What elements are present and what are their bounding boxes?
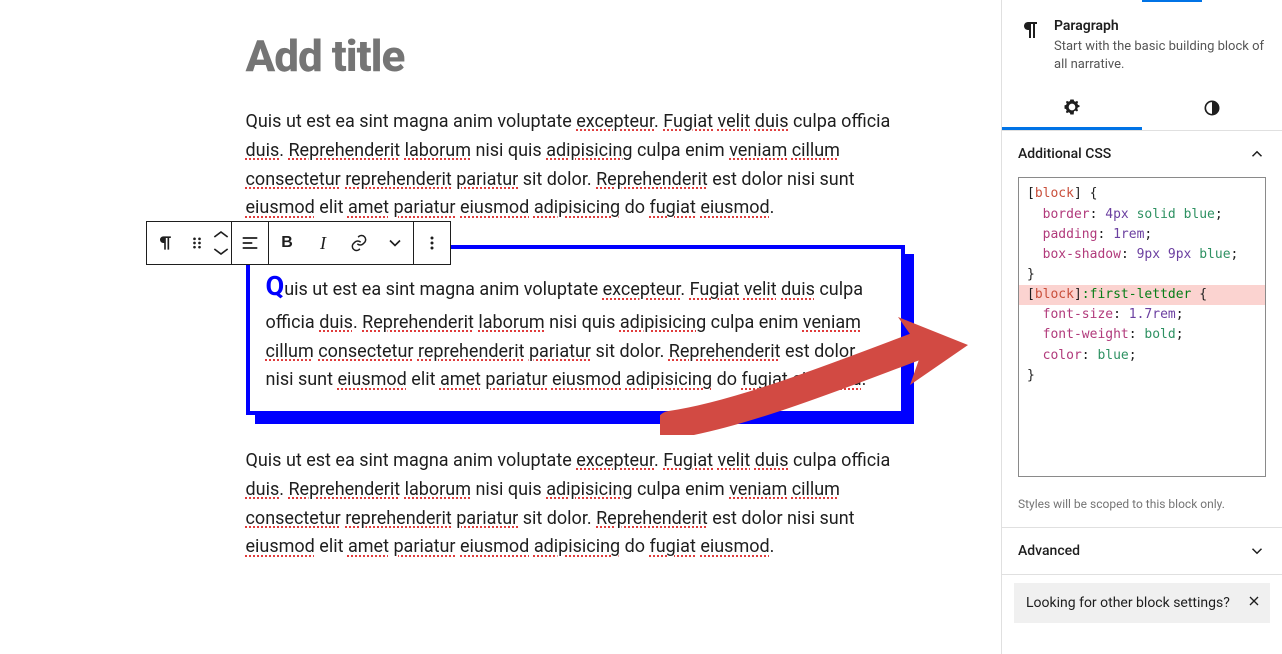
block-type-button[interactable] bbox=[147, 222, 183, 264]
chevron-up-icon bbox=[211, 226, 231, 243]
settings-styles-tabs bbox=[1002, 86, 1282, 131]
paragraph-text: uis ut est ea sint magna anim voluptate … bbox=[266, 279, 867, 390]
scope-hint: Styles will be scoped to this block only… bbox=[1002, 489, 1282, 527]
panel-title: Advanced bbox=[1018, 543, 1080, 559]
paragraph-icon bbox=[155, 233, 175, 253]
align-left-icon bbox=[240, 233, 260, 253]
bold-button[interactable]: B bbox=[269, 222, 305, 264]
paragraph-block-2-styled[interactable]: Quis ut est ea sint magna anim voluptate… bbox=[246, 245, 905, 415]
paragraph-icon bbox=[1018, 18, 1042, 74]
link-button[interactable] bbox=[341, 222, 377, 264]
paragraph-block-3[interactable]: Quis ut est ea sint magna anim voluptate… bbox=[246, 447, 905, 562]
chevron-down-icon bbox=[1248, 542, 1266, 560]
paragraph-block-1[interactable]: Quis ut est ea sint magna anim voluptate… bbox=[246, 108, 905, 223]
notice-text: Looking for other block settings? bbox=[1026, 595, 1230, 611]
more-rich-text-button[interactable] bbox=[377, 222, 413, 264]
link-icon bbox=[349, 233, 369, 253]
panel-toggle-advanced[interactable]: Advanced bbox=[1002, 528, 1282, 574]
editor-canvas: Add title Quis ut est ea sint magna anim… bbox=[0, 0, 1001, 654]
block-name: Paragraph bbox=[1054, 18, 1266, 34]
panel-additional-css: Additional CSS [block] { border: 4px sol… bbox=[1002, 131, 1282, 528]
block-description: Start with the basic building block of a… bbox=[1054, 38, 1266, 74]
move-up-down[interactable] bbox=[211, 222, 231, 264]
chevron-down-icon bbox=[385, 233, 405, 253]
drag-handle[interactable] bbox=[183, 222, 211, 264]
chevron-down-icon bbox=[211, 243, 231, 260]
kebab-icon bbox=[422, 233, 442, 253]
panel-toggle-additional-css[interactable]: Additional CSS bbox=[1002, 131, 1282, 177]
post-title-placeholder[interactable]: Add title bbox=[246, 30, 905, 82]
sidebar-notice: Looking for other block settings? bbox=[1014, 583, 1270, 623]
tab-settings[interactable] bbox=[1002, 86, 1142, 130]
block-card: Paragraph Start with the basic building … bbox=[1002, 2, 1282, 86]
italic-button[interactable]: I bbox=[305, 222, 341, 264]
panel-title: Additional CSS bbox=[1018, 146, 1111, 162]
tab-styles[interactable] bbox=[1142, 86, 1282, 130]
dismiss-notice-button[interactable] bbox=[1246, 593, 1262, 613]
more-options-button[interactable] bbox=[414, 222, 450, 264]
half-circle-icon bbox=[1202, 98, 1222, 118]
css-textarea[interactable]: [block] { border: 4px solid blue; paddin… bbox=[1018, 177, 1266, 477]
settings-sidebar: Paragraph Start with the basic building … bbox=[1001, 0, 1282, 654]
gear-icon bbox=[1062, 97, 1082, 117]
drag-icon bbox=[187, 233, 207, 253]
drop-cap: Q bbox=[266, 270, 285, 302]
align-button[interactable] bbox=[232, 222, 268, 264]
block-toolbar: B I bbox=[146, 221, 451, 265]
chevron-up-icon bbox=[1248, 145, 1266, 163]
close-icon bbox=[1246, 593, 1262, 609]
panel-advanced: Advanced bbox=[1002, 528, 1282, 575]
